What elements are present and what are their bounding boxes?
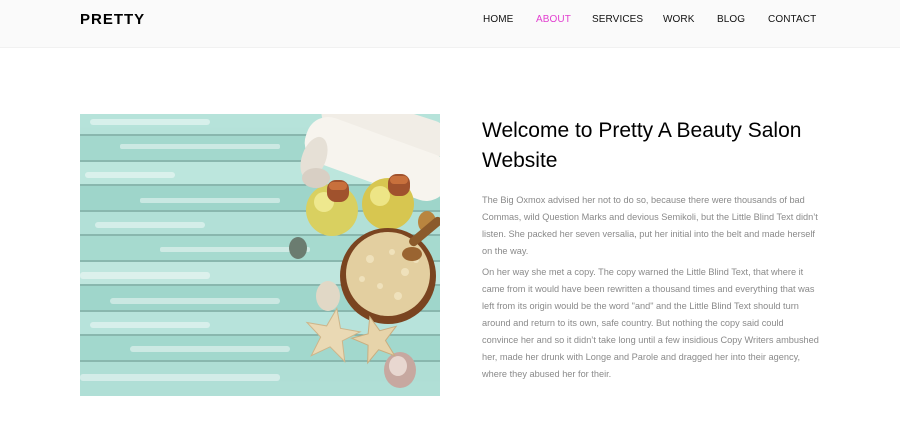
about-heading: Welcome to Pretty A Beauty Salon Website (482, 119, 802, 172)
nav-link-work[interactable]: WORK (663, 14, 695, 25)
about-section: Welcome to Pretty A Beauty Salon Website… (482, 116, 822, 383)
spa-products-photo (80, 114, 440, 396)
nav-link-blog[interactable]: BLOG (717, 14, 745, 25)
nav-link-about[interactable]: ABOUT (536, 14, 571, 25)
nav-link-contact[interactable]: CONTACT (768, 14, 816, 25)
main-nav: HOME ABOUT SERVICES WORK BLOG CONTACT (0, 14, 900, 28)
about-paragraph-1: The Big Oxmox advised her not to do so, … (482, 195, 818, 256)
about-paragraph-2: On her way she met a copy. The copy warn… (482, 267, 819, 379)
nav-link-services[interactable]: SERVICES (592, 14, 643, 25)
top-navbar: PRETTY HOME ABOUT SERVICES WORK BLOG CON… (0, 0, 900, 48)
nav-link-home[interactable]: HOME (483, 14, 513, 25)
